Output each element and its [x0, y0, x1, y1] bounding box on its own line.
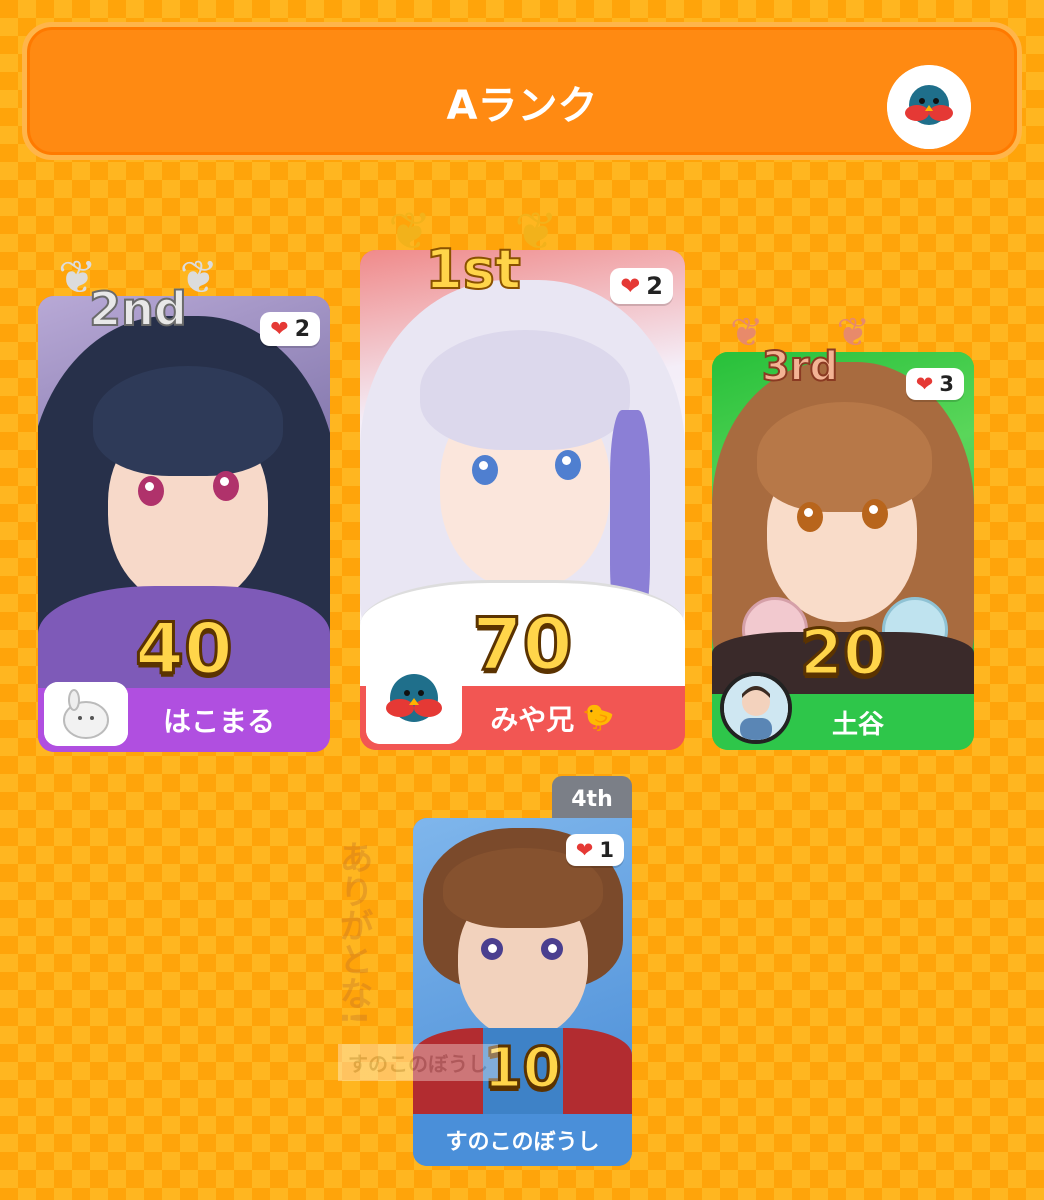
- bird-avatar-icon[interactable]: [887, 65, 971, 149]
- heart-icon: ❤: [915, 372, 934, 396]
- rank-label: 1st: [424, 237, 522, 302]
- player-name: はこまる: [162, 705, 275, 738]
- rank-badge-3rd: ❦ ❦ 3rd: [730, 310, 870, 410]
- player-avatar[interactable]: [720, 672, 792, 744]
- heart-count: ❤ 1: [565, 834, 624, 866]
- player-card-3rd[interactable]: 20 土谷 ❤ 3: [712, 352, 974, 750]
- rank-header: Aランク: [22, 22, 1022, 160]
- heart-count: ❤ 2: [260, 312, 320, 346]
- rank-label: 3rd: [761, 343, 839, 391]
- player-name: みや兄: [490, 703, 575, 736]
- heart-count-value: 1: [599, 838, 614, 862]
- chick-icon: 🐤: [582, 703, 615, 733]
- page-title: Aランク: [446, 83, 598, 129]
- rank-badge-1st: ❦ ❦ 1st: [388, 198, 558, 328]
- watermark: ありがとな! すのこのぼうし: [333, 840, 518, 1090]
- heart-count-value: 2: [646, 272, 663, 300]
- heart-icon: ❤: [575, 838, 594, 862]
- heart-icon: ❤: [270, 316, 289, 342]
- rank-tab-4th: 4th: [552, 776, 632, 824]
- player-avatar[interactable]: [44, 682, 128, 746]
- score-value: 40: [134, 607, 234, 692]
- player-name-bar: すのこのぼうし: [413, 1114, 632, 1166]
- rank-label: 2nd: [88, 281, 188, 337]
- player-card-2nd[interactable]: 40 はこまる ❤ 2: [38, 296, 330, 752]
- player-name: すのこのぼうし: [445, 1130, 600, 1155]
- rank-badge-2nd: ❦ ❦ 2nd: [58, 250, 218, 360]
- heart-count: ❤ 3: [905, 368, 964, 400]
- watermark-sub: すのこのぼうし: [338, 1044, 498, 1081]
- player-avatar[interactable]: [366, 658, 462, 744]
- watermark-text: ありがとな!: [333, 840, 373, 1026]
- heart-icon: ❤: [620, 272, 641, 300]
- heart-count: ❤ 2: [610, 268, 673, 304]
- rank-label: 4th: [571, 787, 613, 812]
- player-name: 土谷: [831, 709, 884, 740]
- heart-count-value: 2: [294, 316, 310, 342]
- heart-count-value: 3: [939, 372, 954, 396]
